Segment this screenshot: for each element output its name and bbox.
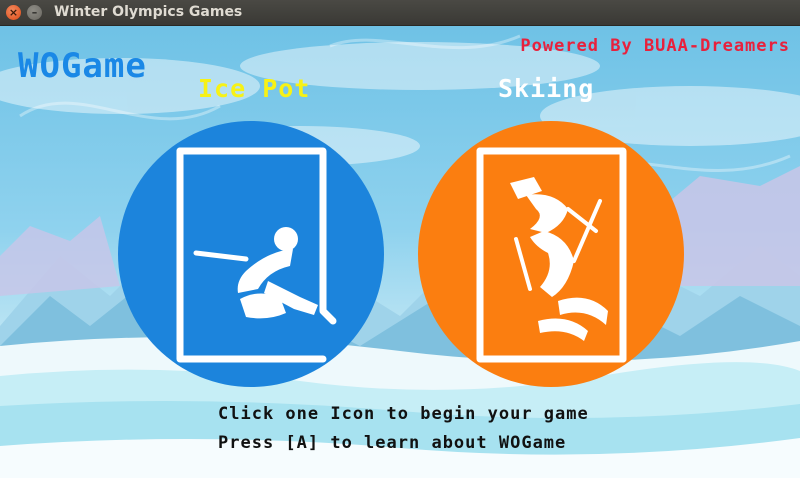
curling-icon (176, 147, 337, 363)
instruction-click-icon: Click one Icon to begin your game (218, 404, 589, 424)
skiing-game-button[interactable] (418, 121, 684, 387)
game-logo: WOGame (18, 46, 147, 86)
skiing-icon (476, 147, 627, 363)
instruction-press-a: Press [A] to learn about WOGame (218, 433, 567, 453)
close-window-button[interactable]: × (6, 5, 21, 20)
window-title: Winter Olympics Games (54, 4, 243, 20)
game-menu-scene: WOGame Powered By BUAA-Dreamers Ice Pot … (0, 26, 800, 478)
skiing-label: Skiing (498, 74, 595, 103)
minimize-window-button[interactable]: – (27, 5, 42, 20)
ice-pot-label: Ice Pot (198, 74, 311, 103)
window-titlebar: × – Winter Olympics Games (0, 0, 800, 26)
ice-pot-game-button[interactable] (118, 121, 384, 387)
powered-by-credit: Powered By BUAA-Dreamers (520, 36, 790, 56)
